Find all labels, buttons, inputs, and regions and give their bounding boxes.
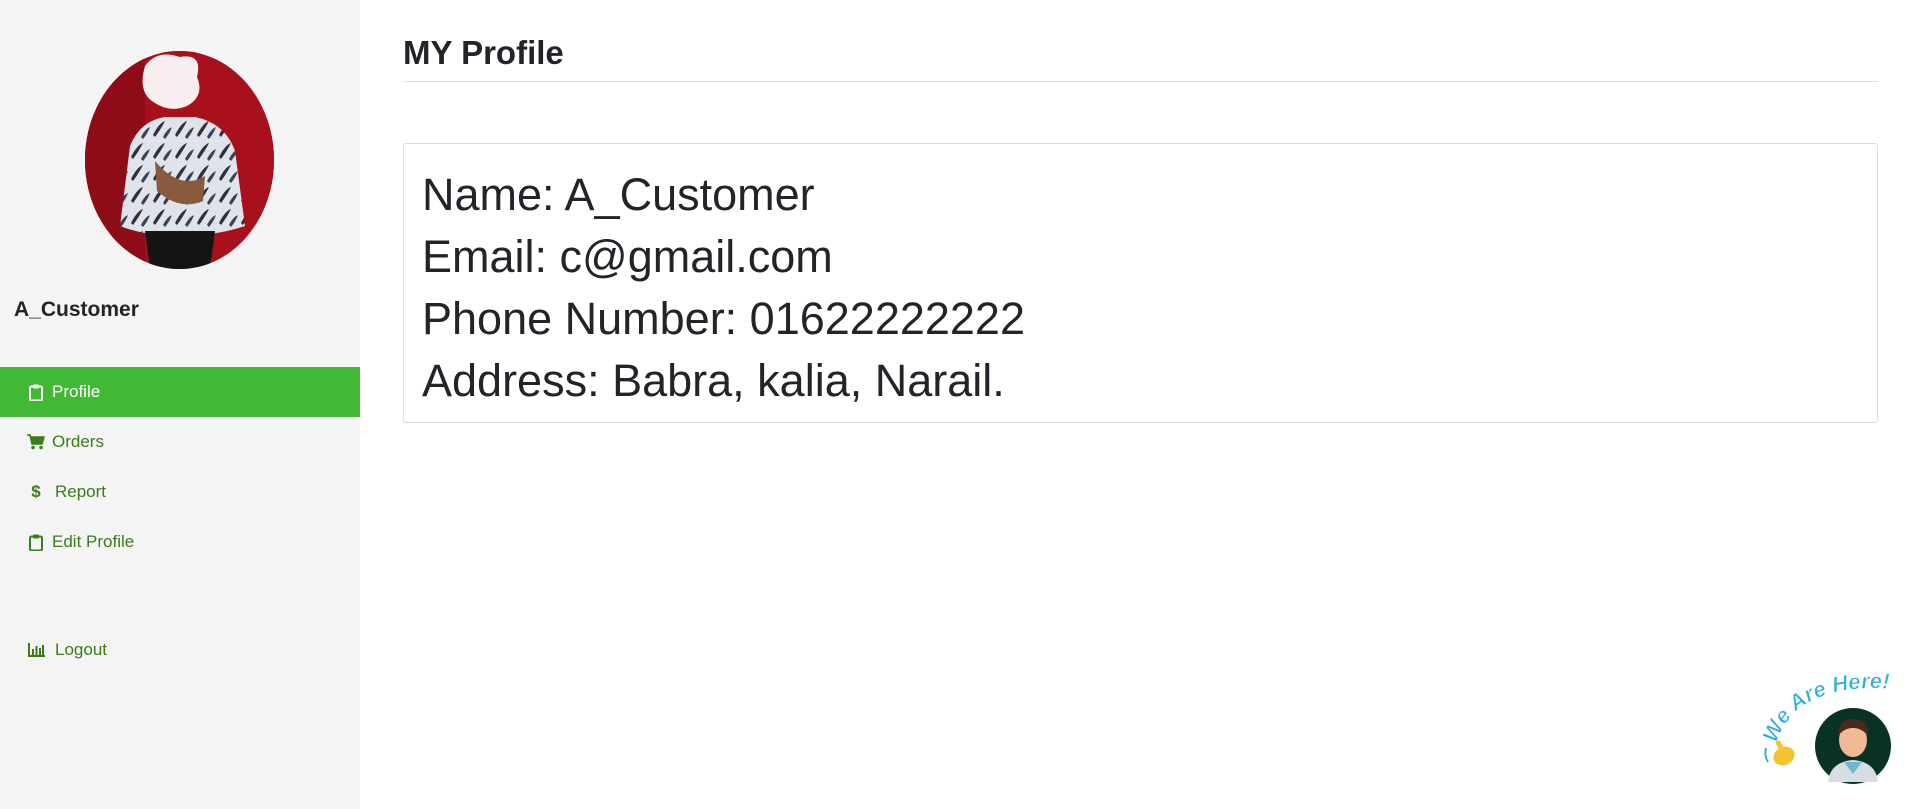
sidebar: A_Customer Profile Orders $ Report Edit … (0, 0, 360, 809)
logout-label: Logout (55, 640, 107, 659)
sidebar-username: A_Customer (14, 298, 139, 321)
waving-hand-icon (1764, 740, 1795, 766)
sidebar-item-report[interactable]: $ Report (0, 467, 360, 517)
dollar-icon: $ (31, 482, 41, 501)
title-divider (403, 81, 1878, 82)
sidebar-item-label: Report (55, 482, 107, 501)
sidebar-item-label: Profile (52, 382, 101, 401)
support-agent-avatar-icon (1815, 708, 1891, 784)
profile-name: Name: A_Customer (422, 169, 815, 220)
clipboard-icon (26, 532, 46, 552)
profile-address: Address: Babra, kalia, Narail. (422, 355, 1005, 406)
logout-link[interactable]: Logout (0, 625, 360, 675)
sidebar-item-label: Edit Profile (52, 532, 135, 551)
sidebar-item-profile[interactable]: Profile (0, 367, 360, 417)
profile-phone: Phone Number: 01622222222 (422, 293, 1025, 344)
profile-email: Email: c@gmail.com (422, 231, 833, 282)
chat-support-widget[interactable]: We Are Here! (1757, 664, 1920, 794)
profile-card: Name: A_Customer Email: c@gmail.com Phon… (403, 143, 1878, 423)
clipboard-icon (26, 382, 46, 402)
sidebar-item-orders[interactable]: Orders (0, 417, 360, 467)
shopping-cart-icon (26, 432, 46, 452)
bar-chart-icon (26, 640, 46, 660)
user-avatar (85, 51, 274, 269)
page-title: MY Profile (403, 34, 564, 71)
sidebar-item-edit-profile[interactable]: Edit Profile (0, 517, 360, 567)
sidebar-item-label: Orders (52, 432, 104, 451)
